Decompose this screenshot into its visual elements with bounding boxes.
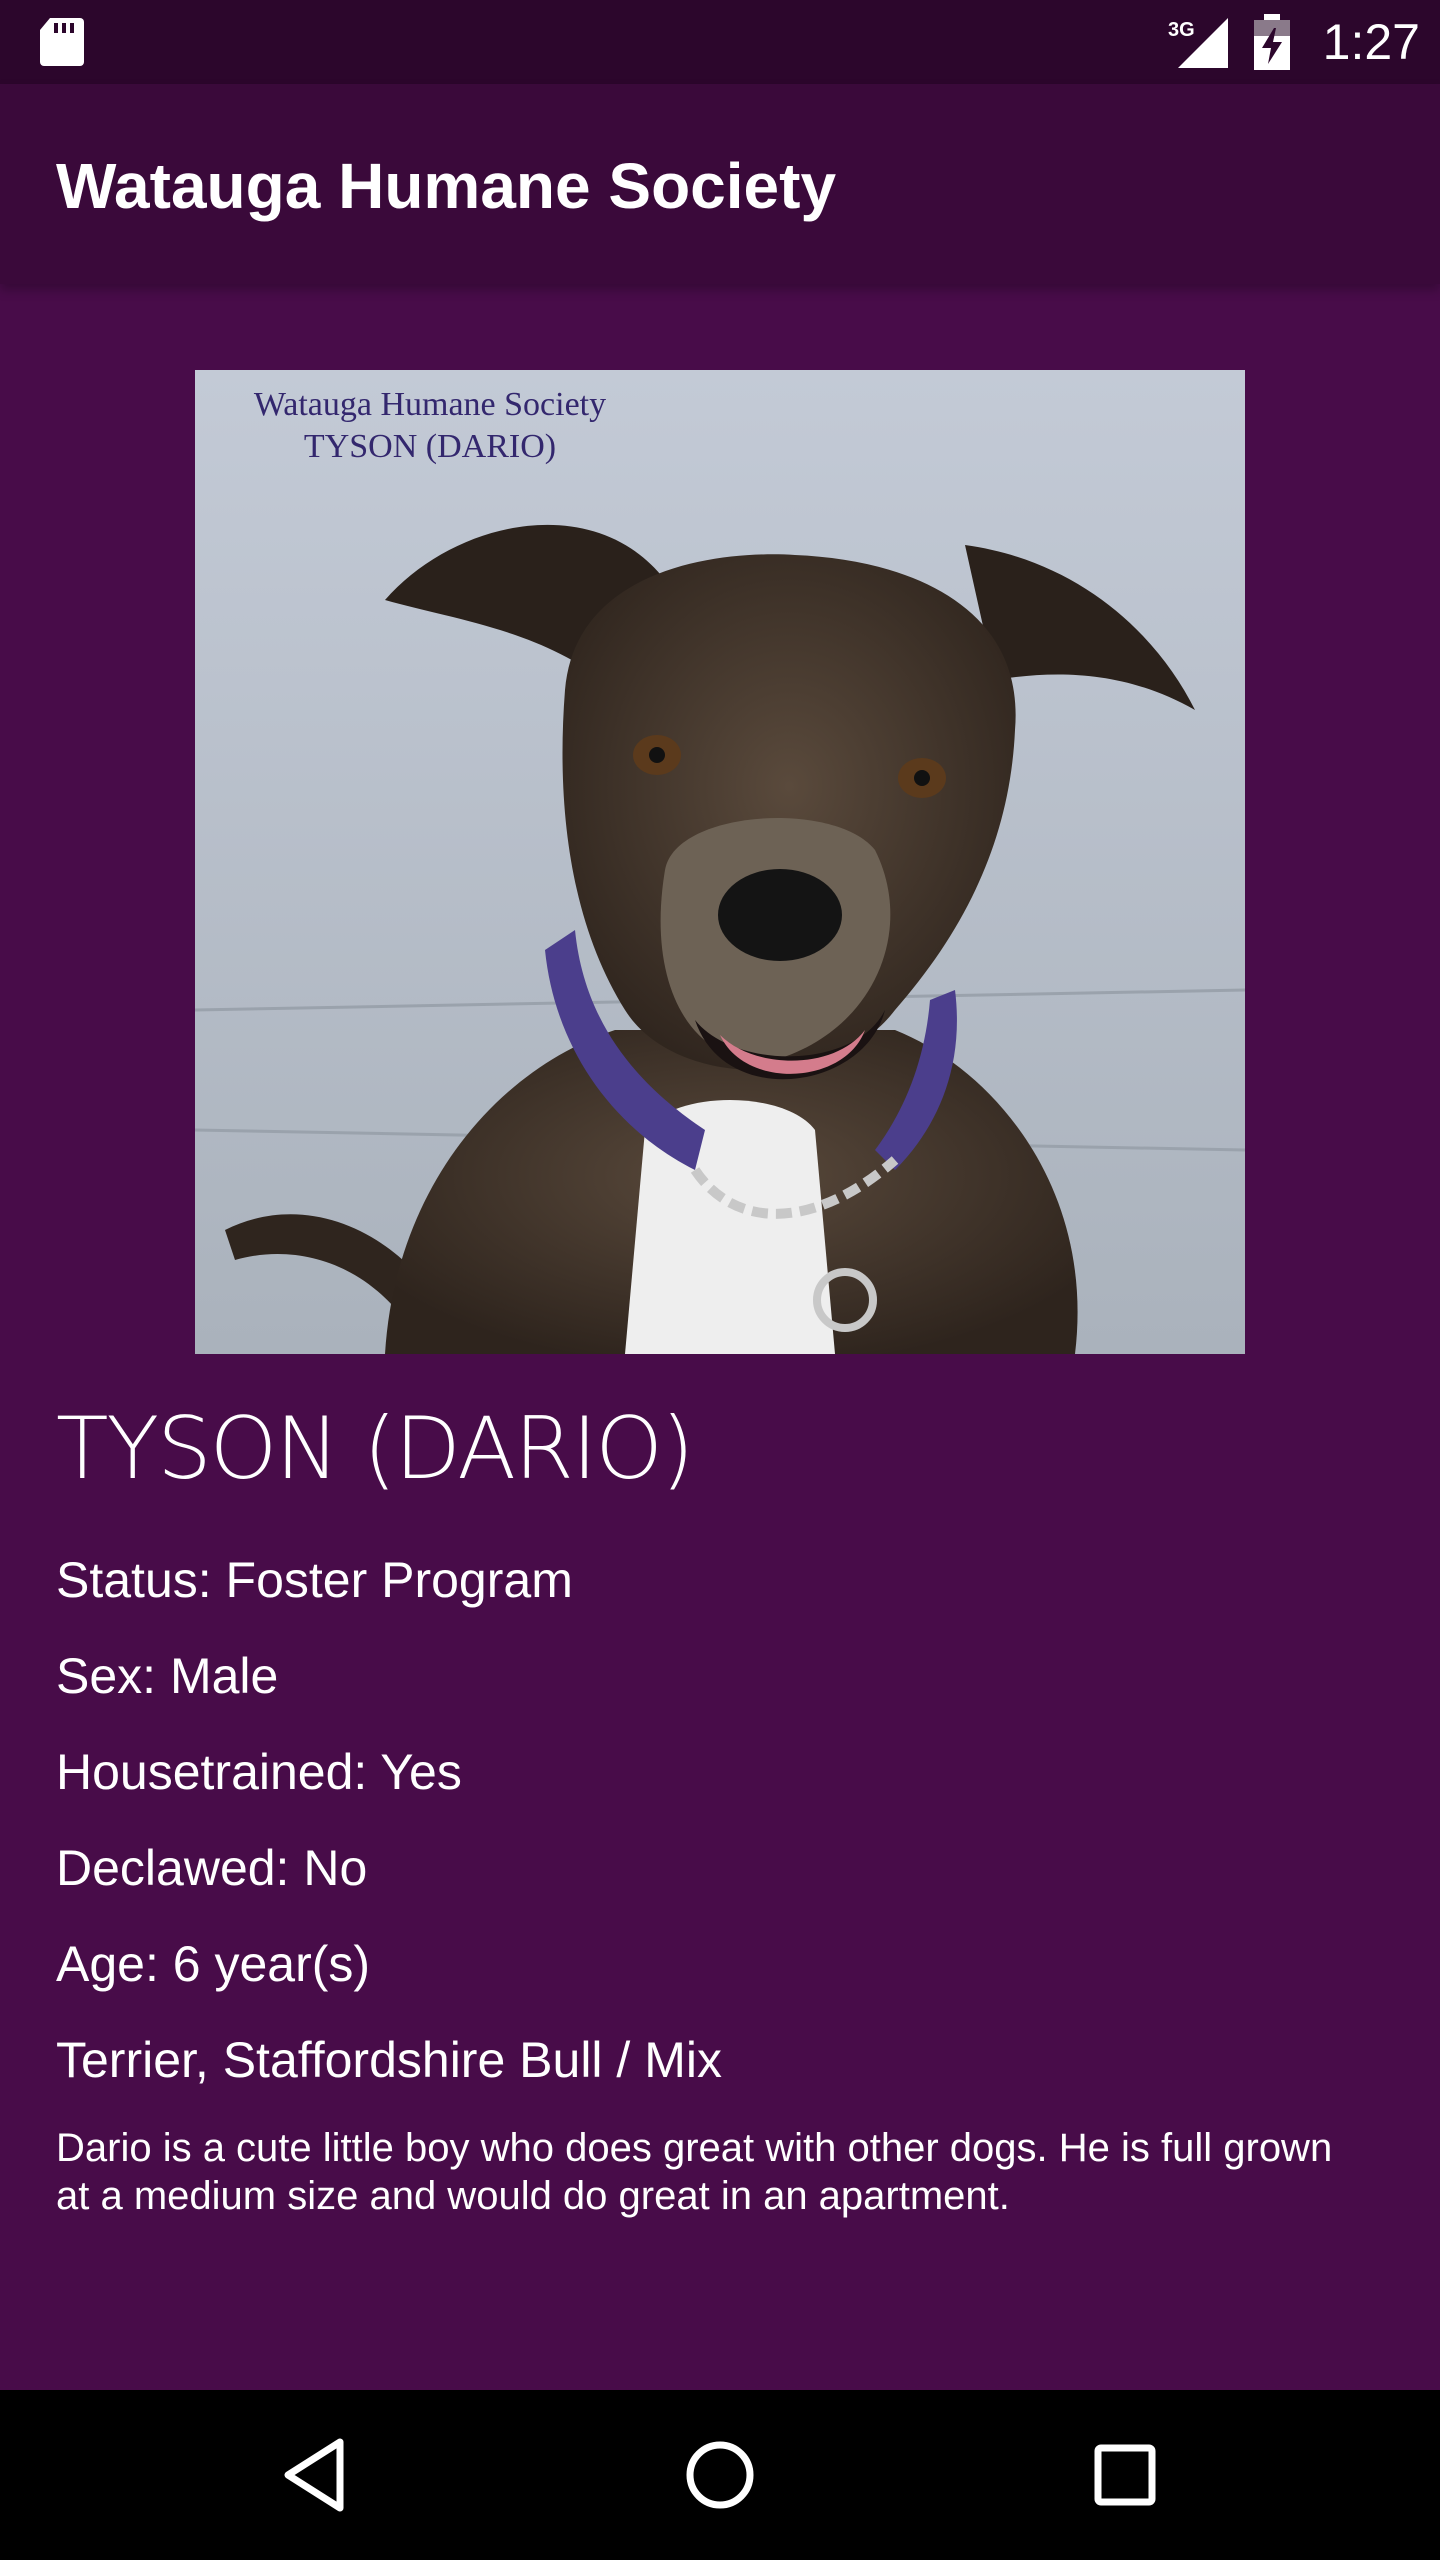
home-icon[interactable] bbox=[660, 2430, 780, 2520]
photo-caption-name: TYSON (DARIO) bbox=[303, 428, 557, 465]
housetrained-text: Housetrained: Yes bbox=[56, 1744, 462, 1800]
status-text: Status: Foster Program bbox=[56, 1552, 573, 1608]
pet-detail: Watauga Humane Society TYSON (DARIO) TYS… bbox=[0, 284, 1440, 2390]
age-text: Age: 6 year(s) bbox=[56, 1936, 371, 1992]
battery-charging-icon bbox=[1254, 14, 1290, 70]
app-bar: Watauga Humane Society bbox=[0, 84, 1440, 284]
dog-photo-icon bbox=[195, 370, 1245, 1354]
app-title: Watauga Humane Society bbox=[56, 150, 837, 222]
recents-icon[interactable] bbox=[1065, 2430, 1185, 2520]
status-bar: 3G 1:27 bbox=[0, 0, 1440, 84]
sd-card-icon bbox=[40, 18, 84, 66]
navigation-bar bbox=[0, 2390, 1440, 2560]
photo-caption: Watauga Humane Society TYSON (DARIO) bbox=[215, 384, 645, 468]
pet-description: Dario is a cute little boy who does grea… bbox=[56, 2126, 1333, 2218]
pet-name: TYSON (DARIO) bbox=[56, 1399, 694, 1499]
declawed-text: Declawed: No bbox=[56, 1840, 368, 1896]
photo-caption-org: Watauga Humane Society bbox=[253, 386, 607, 423]
sex-text: Sex: Male bbox=[56, 1648, 279, 1704]
breed-text: Terrier, Staffordshire Bull / Mix bbox=[56, 2032, 722, 2088]
clock: 1:27 bbox=[1322, 14, 1420, 70]
back-icon[interactable] bbox=[255, 2430, 375, 2520]
svg-text:3G: 3G bbox=[1168, 19, 1195, 41]
pet-photo: Watauga Humane Society TYSON (DARIO) bbox=[195, 370, 1245, 1354]
signal-3g-icon: 3G bbox=[1168, 18, 1228, 68]
